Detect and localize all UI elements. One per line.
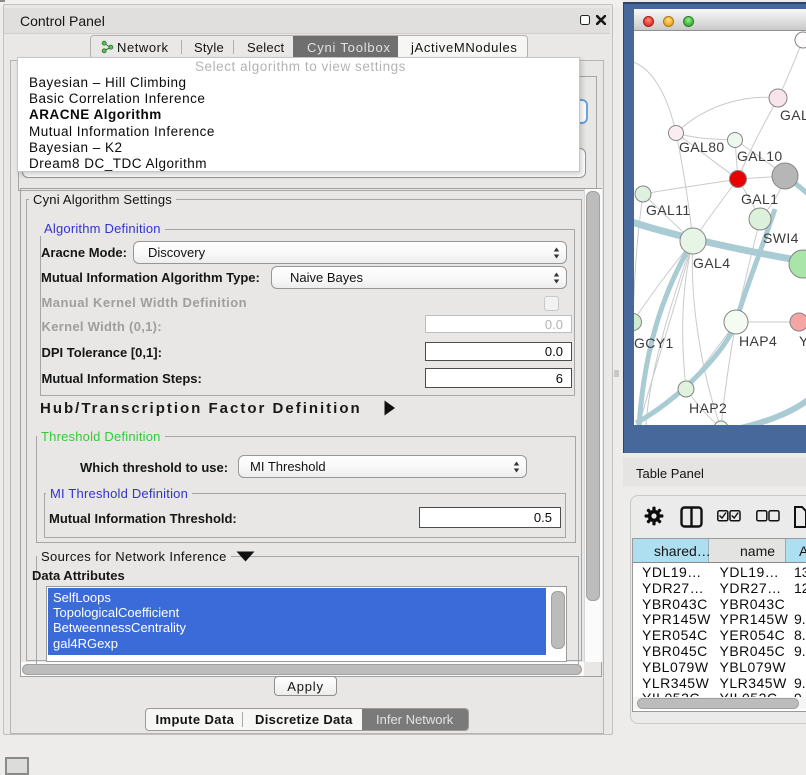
svg-text:Y: Y — [799, 333, 806, 349]
svg-text:GAL10: GAL10 — [737, 148, 783, 164]
svg-text:GAL7: GAL7 — [780, 107, 806, 123]
svg-text:SWI4: SWI4 — [763, 230, 799, 246]
svg-text:GAL11: GAL11 — [646, 202, 691, 218]
svg-text:GAL1: GAL1 — [741, 191, 778, 207]
svg-text:HAP2: HAP2 — [689, 400, 727, 416]
svg-text:GAL4: GAL4 — [693, 255, 730, 271]
svg-text:HAP4: HAP4 — [739, 333, 777, 349]
svg-text:GAL80: GAL80 — [679, 139, 725, 155]
svg-text:GCY1: GCY1 — [634, 335, 674, 351]
